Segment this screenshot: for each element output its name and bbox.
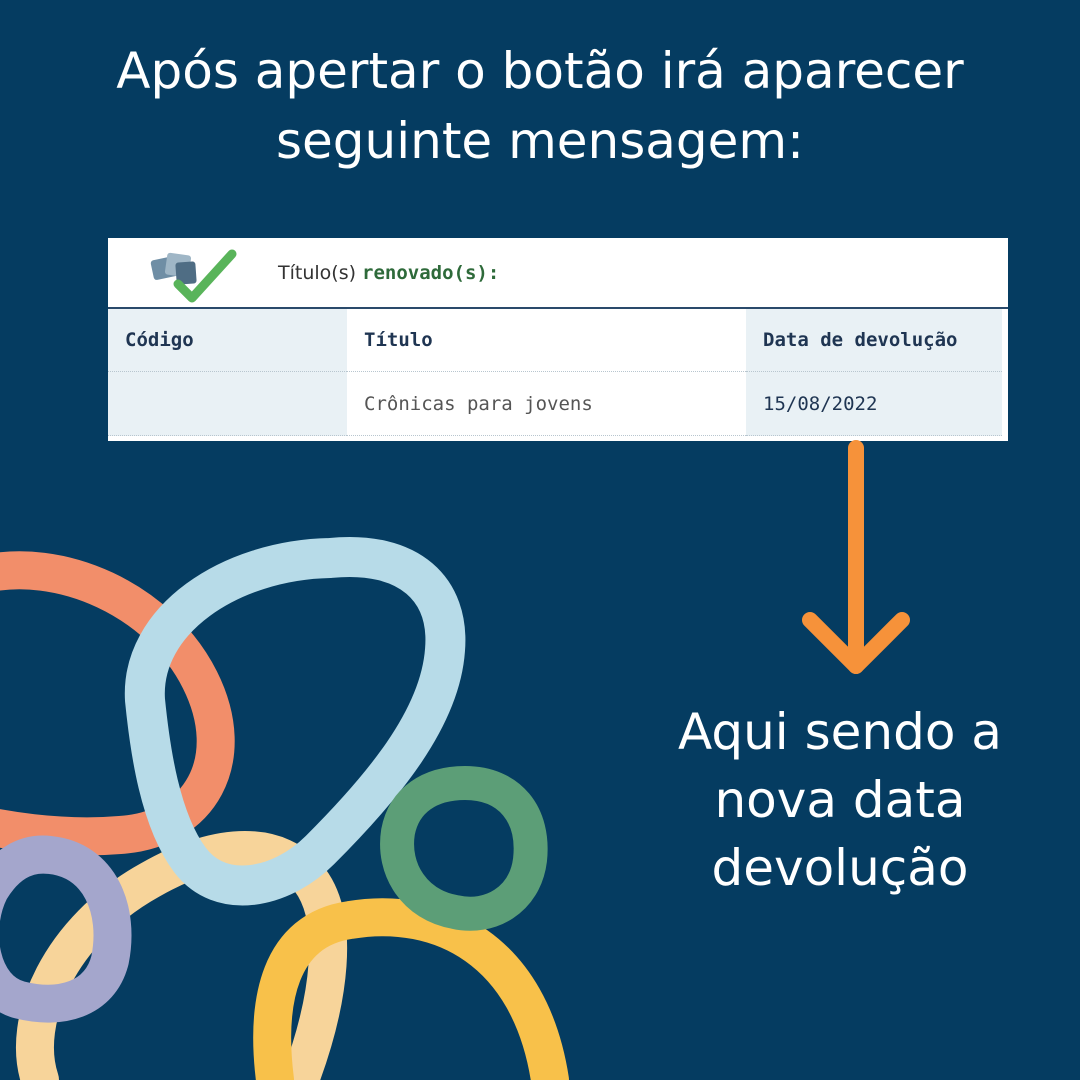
caption-line-2: nova data	[714, 771, 966, 829]
cell-codigo	[108, 372, 347, 436]
column-header-titulo: Título	[347, 309, 746, 372]
headline-line-1: Após apertar o botão irá aparecer	[116, 42, 964, 100]
cell-data-devolucao: 15/08/2022	[746, 372, 1002, 436]
table-header-row: Código Título Data de devolução	[108, 309, 1002, 372]
column-header-data-devolucao: Data de devolução	[746, 309, 1002, 372]
renewed-titles-table: Código Título Data de devolução Crônicas…	[108, 309, 1002, 436]
arrow-down-icon	[802, 440, 910, 674]
caption: Aqui sendo a nova data devolução	[620, 698, 1060, 902]
green-loop	[380, 765, 548, 931]
table-row: Crônicas para jovens 15/08/2022	[108, 372, 1002, 436]
cell-titulo: Crônicas para jovens	[347, 372, 746, 436]
message-prefix: Título(s)	[278, 262, 363, 284]
caption-line-3: devolução	[711, 839, 969, 897]
renewal-message: Título(s) renovado(s):	[278, 262, 499, 284]
renewal-message-panel: Título(s) renovado(s): Código Título Dat…	[108, 238, 1008, 441]
panel-header: Título(s) renovado(s):	[108, 238, 1008, 309]
headline-line-2: seguinte mensagem:	[276, 112, 804, 170]
caption-line-1: Aqui sendo a	[678, 703, 1002, 761]
headline: Após apertar o botão irá aparecer seguin…	[20, 36, 1060, 176]
message-status: renovado(s):	[362, 262, 500, 284]
books-checkmark-icon	[150, 249, 237, 303]
column-header-codigo: Código	[108, 309, 347, 372]
